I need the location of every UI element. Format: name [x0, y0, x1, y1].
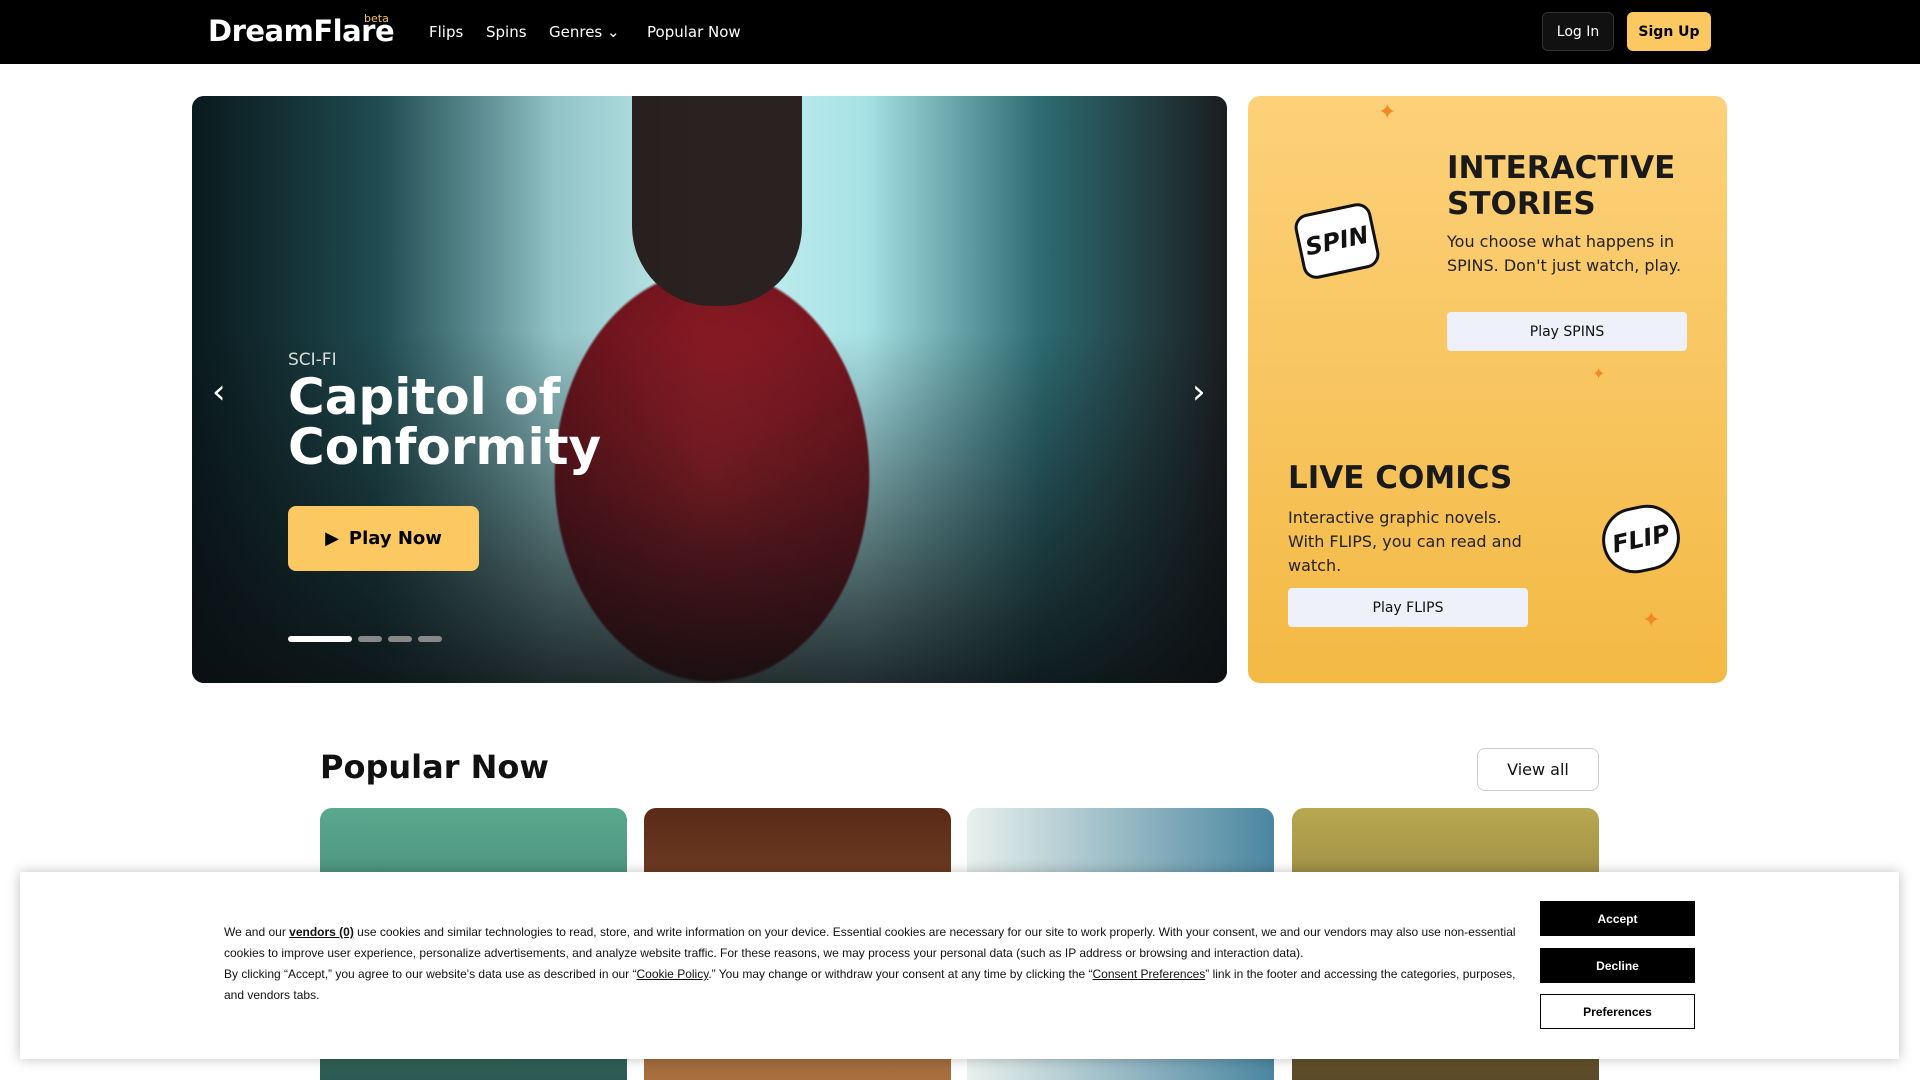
accept-button[interactable]: Accept — [1540, 901, 1695, 936]
hero-genre: SCI-FI — [288, 350, 337, 370]
carousel-dot[interactable] — [418, 636, 442, 642]
cookie-banner: We and our vendors (0) use cookies and s… — [20, 872, 1899, 1059]
decline-button[interactable]: Decline — [1540, 948, 1695, 983]
sparkle-icon: ✦ — [1592, 364, 1606, 383]
chevron-right-icon[interactable]: › — [1192, 372, 1206, 412]
vendors-link[interactable]: vendors (0) — [289, 925, 354, 939]
flip-badge-icon: FLIP — [1595, 498, 1687, 580]
hero-title: Capitol of Conformity — [288, 368, 602, 476]
play-spins-button[interactable]: Play SPINS — [1447, 312, 1687, 351]
chevron-left-icon[interactable]: ‹ — [212, 372, 226, 412]
spin-badge-icon: SPIN — [1291, 200, 1383, 282]
nav-flips[interactable]: Flips — [429, 23, 463, 41]
nav-spins[interactable]: Spins — [486, 23, 527, 41]
consent-preferences-link[interactable]: Consent Preferences — [1093, 967, 1206, 981]
promo-panel: ✦ ✦ ✦ SPIN INTERACTIVE STORIES You choos… — [1248, 96, 1727, 683]
popular-now-title: Popular Now — [320, 748, 549, 786]
carousel-dots — [288, 636, 442, 642]
spins-text: You choose what happens in SPINS. Don't … — [1447, 232, 1682, 275]
view-all-button[interactable]: View all — [1477, 748, 1599, 791]
cookie-policy-link[interactable]: Cookie Policy — [637, 967, 709, 981]
carousel-dot[interactable] — [288, 636, 352, 642]
sparkle-icon: ✦ — [1378, 100, 1397, 125]
play-now-label: Play Now — [348, 528, 442, 549]
carousel-dot[interactable] — [358, 636, 382, 642]
spins-title: INTERACTIVE STORIES — [1447, 150, 1676, 222]
flips-title: LIVE COMICS — [1288, 460, 1513, 496]
sparkle-icon: ✦ — [1642, 608, 1661, 633]
login-button[interactable]: Log In — [1542, 12, 1614, 51]
play-flips-button[interactable]: Play FLIPS — [1288, 588, 1528, 627]
nav-popular-now[interactable]: Popular Now — [647, 23, 741, 41]
signup-button[interactable]: Sign Up — [1627, 12, 1711, 51]
chevron-down-icon: ⌄ — [607, 23, 620, 41]
hero-carousel: ‹ › SCI-FI Capitol of Conformity ▶ Play N… — [192, 96, 1227, 683]
top-nav: DreamFlare beta Flips Spins Genres ⌄ Pop… — [0, 0, 1920, 64]
flips-text: Interactive graphic novels. With FLIPS, … — [1288, 508, 1522, 575]
play-now-button[interactable]: ▶ Play Now — [288, 506, 479, 571]
carousel-dot[interactable] — [388, 636, 412, 642]
cookie-text: We and our vendors (0) use cookies and s… — [224, 925, 1516, 1002]
preferences-button[interactable]: Preferences — [1540, 994, 1695, 1029]
nav-genres[interactable]: Genres ⌄ — [549, 23, 620, 41]
play-icon: ▶ — [325, 528, 339, 549]
nav-genres-label: Genres — [549, 23, 603, 41]
beta-label: beta — [364, 12, 389, 25]
